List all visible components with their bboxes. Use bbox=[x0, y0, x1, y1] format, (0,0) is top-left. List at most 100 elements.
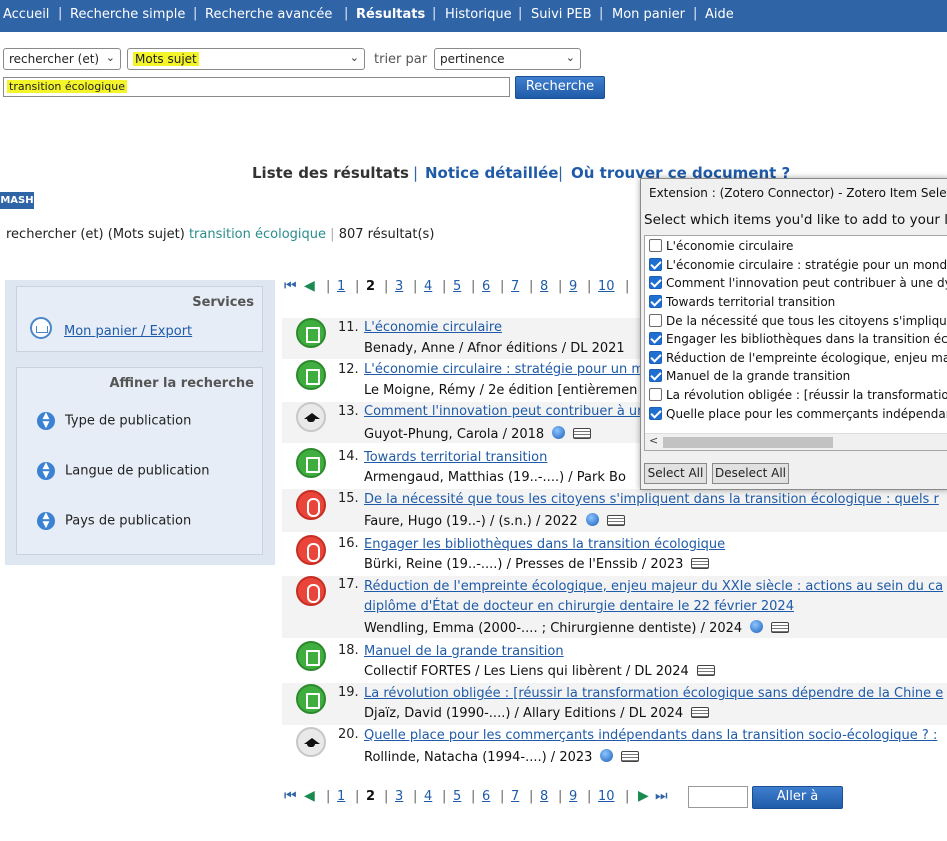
page-link-4[interactable]: 4 bbox=[424, 279, 432, 294]
result-meta: Wendling, Emma (2000-.... ; Chirurgienne… bbox=[364, 620, 790, 636]
page-link-1[interactable]: 1 bbox=[337, 279, 345, 294]
deselect-all-button[interactable]: Deselect All bbox=[712, 463, 789, 484]
page-link-8[interactable]: 8 bbox=[540, 789, 548, 804]
result-title-link[interactable]: De la nécessité que tous les citoyens s'… bbox=[364, 492, 939, 507]
facet-langue-publication[interactable]: ▲ ▼ Langue de publication bbox=[37, 462, 209, 480]
globe-icon[interactable] bbox=[552, 426, 566, 439]
nav-historique[interactable]: Historique bbox=[445, 7, 512, 22]
list-item-label: L'économie circulaire : stratégie pour u… bbox=[666, 258, 947, 272]
checkbox-checked[interactable] bbox=[649, 332, 662, 345]
page-link-9[interactable]: 9 bbox=[569, 279, 577, 294]
list-item[interactable]: Manuel de la grande transition bbox=[649, 369, 850, 383]
chevron-down-icon: ⌄ bbox=[105, 51, 115, 64]
list-item[interactable]: La révolution obligée : [réussir la tran… bbox=[649, 388, 947, 402]
facet-type-publication[interactable]: ▲ ▼ Type de publication bbox=[37, 412, 191, 430]
page-link-10[interactable]: 10 bbox=[598, 789, 615, 804]
record-details-icon[interactable] bbox=[691, 707, 710, 718]
list-item[interactable]: Engager les bibliothèques dans la transi… bbox=[649, 332, 947, 346]
next-page-icon[interactable]: ▶ bbox=[638, 788, 649, 804]
goto-button[interactable]: Aller à bbox=[752, 786, 843, 809]
checkbox-checked[interactable] bbox=[649, 351, 662, 364]
criteria-operator: rechercher (et) bbox=[6, 227, 104, 242]
result-title-link[interactable]: Réduction de l'empreinte écologique, enj… bbox=[364, 579, 943, 594]
page-link-7[interactable]: 7 bbox=[511, 789, 519, 804]
nav-resultats[interactable]: Résultats bbox=[356, 7, 425, 22]
record-details-icon[interactable] bbox=[771, 622, 790, 633]
record-details-icon[interactable] bbox=[621, 751, 640, 762]
facet-pays-publication[interactable]: ▲ ▼ Pays de publication bbox=[37, 512, 191, 530]
select-all-button[interactable]: Select All bbox=[644, 463, 707, 484]
nav-recherche-avancee[interactable]: Recherche avancée bbox=[205, 7, 332, 22]
result-title-link-continued[interactable]: diplôme d'État de docteur en chirurgie d… bbox=[364, 599, 794, 614]
page-link-5[interactable]: 5 bbox=[453, 279, 461, 294]
result-title-link[interactable]: Quelle place pour les commerçants indépe… bbox=[364, 728, 937, 743]
page-link-1[interactable]: 1 bbox=[337, 789, 345, 804]
result-title-link[interactable]: La révolution obligée : [réussir la tran… bbox=[364, 686, 943, 701]
prev-page-icon[interactable]: ◀ bbox=[304, 278, 315, 294]
prev-page-icon[interactable]: ◀ bbox=[304, 788, 315, 804]
record-details-icon[interactable] bbox=[573, 428, 592, 439]
nav-recherche-simple[interactable]: Recherche simple bbox=[70, 7, 185, 22]
tab-results-list[interactable]: Liste des résultats bbox=[252, 164, 409, 182]
page-link-5[interactable]: 5 bbox=[453, 789, 461, 804]
list-item[interactable]: L'économie circulaire : stratégie pour u… bbox=[649, 258, 947, 272]
record-details-icon[interactable] bbox=[691, 558, 710, 569]
page-link-6[interactable]: 6 bbox=[482, 279, 490, 294]
basket-icon[interactable] bbox=[30, 317, 52, 339]
page-link-9[interactable]: 9 bbox=[569, 789, 577, 804]
page-link-4[interactable]: 4 bbox=[424, 789, 432, 804]
checkbox-checked[interactable] bbox=[649, 407, 662, 420]
first-page-icon[interactable]: ⏮ bbox=[284, 788, 297, 804]
page-link-3[interactable]: 3 bbox=[395, 789, 403, 804]
result-title-link[interactable]: Towards territorial transition bbox=[364, 450, 547, 465]
checkbox-checked[interactable] bbox=[649, 276, 662, 289]
mash-badge[interactable]: MASH bbox=[0, 192, 34, 209]
search-button[interactable]: Recherche bbox=[515, 76, 605, 99]
globe-icon[interactable] bbox=[585, 513, 599, 526]
checkbox-checked[interactable] bbox=[649, 369, 662, 382]
scrollbar-thumb[interactable] bbox=[663, 437, 833, 448]
list-item[interactable]: Towards territorial transition bbox=[649, 295, 835, 309]
nav-separator: | bbox=[599, 6, 604, 21]
operator-select[interactable]: rechercher (et) ⌄ bbox=[3, 48, 121, 70]
electronic-resource-icon bbox=[296, 535, 326, 565]
nav-aide[interactable]: Aide bbox=[705, 7, 734, 22]
list-item[interactable]: L'économie circulaire bbox=[649, 239, 793, 253]
search-input[interactable]: transition écologique bbox=[3, 77, 510, 97]
result-title-link[interactable]: L'économie circulaire : stratégie pour u… bbox=[364, 362, 644, 377]
last-page-icon[interactable]: ⏭ bbox=[655, 788, 668, 804]
nav-mon-panier[interactable]: Mon panier bbox=[612, 7, 685, 22]
nav-suivi-peb[interactable]: Suivi PEB bbox=[531, 7, 592, 22]
page-link-3[interactable]: 3 bbox=[395, 279, 403, 294]
record-details-icon[interactable] bbox=[696, 665, 715, 676]
globe-icon[interactable] bbox=[750, 620, 764, 633]
result-title-link[interactable]: Manuel de la grande transition bbox=[364, 644, 564, 659]
globe-icon[interactable] bbox=[600, 749, 614, 762]
page-link-10[interactable]: 10 bbox=[598, 279, 615, 294]
list-item[interactable]: Comment l'innovation peut contribuer à u… bbox=[649, 276, 947, 290]
record-details-icon[interactable] bbox=[606, 515, 625, 526]
checkbox-checked[interactable] bbox=[649, 295, 662, 308]
nav-accueil[interactable]: Accueil bbox=[3, 7, 49, 22]
field-select[interactable]: Mots sujet ⌄ bbox=[127, 48, 365, 70]
basket-export-link[interactable]: Mon panier / Export bbox=[64, 324, 192, 339]
horizontal-scrollbar[interactable]: < bbox=[645, 433, 947, 450]
list-item[interactable]: Réduction de l'empreinte écologique, enj… bbox=[649, 351, 947, 365]
first-page-icon[interactable]: ⏮ bbox=[284, 278, 297, 294]
scroll-left-icon[interactable]: < bbox=[649, 434, 658, 447]
page-link-6[interactable]: 6 bbox=[482, 789, 490, 804]
result-title-link[interactable]: L'économie circulaire bbox=[364, 320, 502, 335]
page-link-8[interactable]: 8 bbox=[540, 279, 548, 294]
result-title-link[interactable]: Comment l'innovation peut contribuer à u… bbox=[364, 404, 645, 419]
page-link-7[interactable]: 7 bbox=[511, 279, 519, 294]
checkbox-checked[interactable] bbox=[649, 258, 662, 271]
goto-page-input[interactable] bbox=[688, 786, 748, 808]
checkbox[interactable] bbox=[649, 239, 662, 252]
tab-detailed-record[interactable]: Notice détaillée bbox=[425, 164, 558, 182]
list-item[interactable]: De la nécessité que tous les citoyens s'… bbox=[649, 314, 947, 328]
sort-select[interactable]: pertinence ⌄ bbox=[434, 48, 581, 70]
checkbox[interactable] bbox=[649, 314, 662, 327]
checkbox[interactable] bbox=[649, 388, 662, 401]
result-title-link[interactable]: Engager les bibliothèques dans la transi… bbox=[364, 537, 725, 552]
list-item[interactable]: Quelle place pour les commerçants indépe… bbox=[649, 407, 947, 421]
